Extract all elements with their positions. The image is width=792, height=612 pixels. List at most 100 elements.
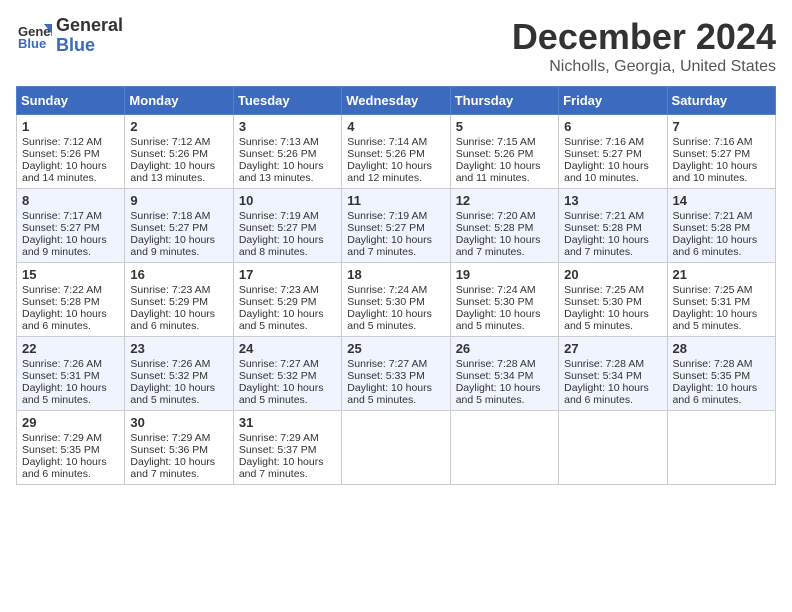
- calendar-cell: [342, 411, 450, 485]
- calendar-cell: 27 Sunrise: 7:28 AM Sunset: 5:34 PM Dayl…: [559, 337, 667, 411]
- logo-icon: General Blue: [16, 18, 52, 54]
- sunrise-label: Sunrise: 7:13 AM: [239, 136, 319, 148]
- sunset-label: Sunset: 5:32 PM: [239, 370, 317, 382]
- day-number: 18: [347, 267, 444, 282]
- sunrise-label: Sunrise: 7:25 AM: [564, 284, 644, 296]
- sunset-label: Sunset: 5:28 PM: [22, 296, 100, 308]
- day-number: 17: [239, 267, 336, 282]
- calendar-cell: 12 Sunrise: 7:20 AM Sunset: 5:28 PM Dayl…: [450, 189, 558, 263]
- sunrise-label: Sunrise: 7:28 AM: [456, 358, 536, 370]
- sunrise-label: Sunrise: 7:24 AM: [347, 284, 427, 296]
- sunrise-label: Sunrise: 7:12 AM: [130, 136, 210, 148]
- sunset-label: Sunset: 5:26 PM: [22, 148, 100, 160]
- calendar-cell: 23 Sunrise: 7:26 AM Sunset: 5:32 PM Dayl…: [125, 337, 233, 411]
- daylight-label: Daylight: 10 hours and 7 minutes.: [239, 456, 324, 480]
- sunrise-label: Sunrise: 7:26 AM: [22, 358, 102, 370]
- calendar-cell: 2 Sunrise: 7:12 AM Sunset: 5:26 PM Dayli…: [125, 115, 233, 189]
- day-number: 2: [130, 119, 227, 134]
- day-number: 29: [22, 415, 119, 430]
- weekday-header-saturday: Saturday: [667, 87, 775, 115]
- calendar-cell: 4 Sunrise: 7:14 AM Sunset: 5:26 PM Dayli…: [342, 115, 450, 189]
- calendar-cell: 16 Sunrise: 7:23 AM Sunset: 5:29 PM Dayl…: [125, 263, 233, 337]
- sunrise-label: Sunrise: 7:24 AM: [456, 284, 536, 296]
- calendar-cell: 5 Sunrise: 7:15 AM Sunset: 5:26 PM Dayli…: [450, 115, 558, 189]
- sunrise-label: Sunrise: 7:23 AM: [130, 284, 210, 296]
- daylight-label: Daylight: 10 hours and 7 minutes.: [130, 456, 215, 480]
- calendar: SundayMondayTuesdayWednesdayThursdayFrid…: [16, 86, 776, 485]
- sunrise-label: Sunrise: 7:27 AM: [347, 358, 427, 370]
- calendar-cell: 7 Sunrise: 7:16 AM Sunset: 5:27 PM Dayli…: [667, 115, 775, 189]
- weekday-header-row: SundayMondayTuesdayWednesdayThursdayFrid…: [17, 87, 776, 115]
- day-number: 1: [22, 119, 119, 134]
- sunrise-label: Sunrise: 7:29 AM: [22, 432, 102, 444]
- week-row-2: 8 Sunrise: 7:17 AM Sunset: 5:27 PM Dayli…: [17, 189, 776, 263]
- daylight-label: Daylight: 10 hours and 5 minutes.: [564, 308, 649, 332]
- day-number: 14: [673, 193, 770, 208]
- sunrise-label: Sunrise: 7:21 AM: [564, 210, 644, 222]
- sunset-label: Sunset: 5:28 PM: [564, 222, 642, 234]
- daylight-label: Daylight: 10 hours and 6 minutes.: [22, 456, 107, 480]
- day-number: 20: [564, 267, 661, 282]
- sunrise-label: Sunrise: 7:26 AM: [130, 358, 210, 370]
- calendar-cell: 30 Sunrise: 7:29 AM Sunset: 5:36 PM Dayl…: [125, 411, 233, 485]
- calendar-cell: 28 Sunrise: 7:28 AM Sunset: 5:35 PM Dayl…: [667, 337, 775, 411]
- day-number: 23: [130, 341, 227, 356]
- weekday-header-wednesday: Wednesday: [342, 87, 450, 115]
- day-number: 9: [130, 193, 227, 208]
- sunrise-label: Sunrise: 7:25 AM: [673, 284, 753, 296]
- calendar-cell: 3 Sunrise: 7:13 AM Sunset: 5:26 PM Dayli…: [233, 115, 341, 189]
- calendar-cell: 15 Sunrise: 7:22 AM Sunset: 5:28 PM Dayl…: [17, 263, 125, 337]
- day-number: 22: [22, 341, 119, 356]
- calendar-cell: 13 Sunrise: 7:21 AM Sunset: 5:28 PM Dayl…: [559, 189, 667, 263]
- sunrise-label: Sunrise: 7:22 AM: [22, 284, 102, 296]
- sunrise-label: Sunrise: 7:16 AM: [673, 136, 753, 148]
- calendar-cell: 10 Sunrise: 7:19 AM Sunset: 5:27 PM Dayl…: [233, 189, 341, 263]
- weekday-header-sunday: Sunday: [17, 87, 125, 115]
- day-number: 3: [239, 119, 336, 134]
- daylight-label: Daylight: 10 hours and 9 minutes.: [130, 234, 215, 258]
- sunrise-label: Sunrise: 7:12 AM: [22, 136, 102, 148]
- weekday-header-monday: Monday: [125, 87, 233, 115]
- sunset-label: Sunset: 5:27 PM: [239, 222, 317, 234]
- sunset-label: Sunset: 5:26 PM: [347, 148, 425, 160]
- calendar-cell: 9 Sunrise: 7:18 AM Sunset: 5:27 PM Dayli…: [125, 189, 233, 263]
- calendar-cell: 21 Sunrise: 7:25 AM Sunset: 5:31 PM Dayl…: [667, 263, 775, 337]
- calendar-cell: 24 Sunrise: 7:27 AM Sunset: 5:32 PM Dayl…: [233, 337, 341, 411]
- sunset-label: Sunset: 5:28 PM: [673, 222, 751, 234]
- day-number: 26: [456, 341, 553, 356]
- day-number: 30: [130, 415, 227, 430]
- sunset-label: Sunset: 5:35 PM: [22, 444, 100, 456]
- daylight-label: Daylight: 10 hours and 5 minutes.: [456, 308, 541, 332]
- sunrise-label: Sunrise: 7:19 AM: [347, 210, 427, 222]
- sunset-label: Sunset: 5:26 PM: [456, 148, 534, 160]
- calendar-cell: 6 Sunrise: 7:16 AM Sunset: 5:27 PM Dayli…: [559, 115, 667, 189]
- week-row-1: 1 Sunrise: 7:12 AM Sunset: 5:26 PM Dayli…: [17, 115, 776, 189]
- sunset-label: Sunset: 5:30 PM: [347, 296, 425, 308]
- daylight-label: Daylight: 10 hours and 5 minutes.: [22, 382, 107, 406]
- sunrise-label: Sunrise: 7:27 AM: [239, 358, 319, 370]
- calendar-cell: 25 Sunrise: 7:27 AM Sunset: 5:33 PM Dayl…: [342, 337, 450, 411]
- daylight-label: Daylight: 10 hours and 7 minutes.: [456, 234, 541, 258]
- sunset-label: Sunset: 5:35 PM: [673, 370, 751, 382]
- week-row-5: 29 Sunrise: 7:29 AM Sunset: 5:35 PM Dayl…: [17, 411, 776, 485]
- header: General Blue General Blue December 2024 …: [16, 16, 776, 76]
- sunrise-label: Sunrise: 7:21 AM: [673, 210, 753, 222]
- weekday-header-tuesday: Tuesday: [233, 87, 341, 115]
- daylight-label: Daylight: 10 hours and 5 minutes.: [347, 308, 432, 332]
- sunset-label: Sunset: 5:30 PM: [564, 296, 642, 308]
- daylight-label: Daylight: 10 hours and 5 minutes.: [130, 382, 215, 406]
- daylight-label: Daylight: 10 hours and 13 minutes.: [130, 160, 215, 184]
- sunrise-label: Sunrise: 7:20 AM: [456, 210, 536, 222]
- daylight-label: Daylight: 10 hours and 10 minutes.: [564, 160, 649, 184]
- day-number: 31: [239, 415, 336, 430]
- daylight-label: Daylight: 10 hours and 5 minutes.: [347, 382, 432, 406]
- daylight-label: Daylight: 10 hours and 14 minutes.: [22, 160, 107, 184]
- sunrise-label: Sunrise: 7:28 AM: [564, 358, 644, 370]
- sunset-label: Sunset: 5:26 PM: [239, 148, 317, 160]
- calendar-cell: 17 Sunrise: 7:23 AM Sunset: 5:29 PM Dayl…: [233, 263, 341, 337]
- sunrise-label: Sunrise: 7:23 AM: [239, 284, 319, 296]
- calendar-cell: 20 Sunrise: 7:25 AM Sunset: 5:30 PM Dayl…: [559, 263, 667, 337]
- day-number: 13: [564, 193, 661, 208]
- daylight-label: Daylight: 10 hours and 7 minutes.: [564, 234, 649, 258]
- subtitle: Nicholls, Georgia, United States: [512, 58, 776, 76]
